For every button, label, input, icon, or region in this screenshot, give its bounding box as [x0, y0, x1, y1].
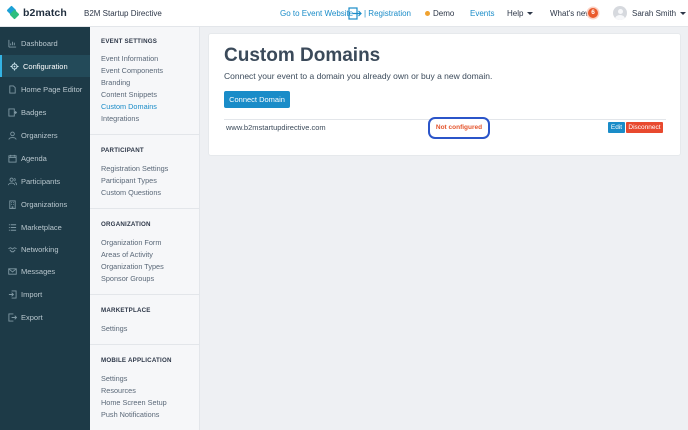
sidebar-item-marketplace[interactable]: Marketplace	[0, 216, 90, 238]
section-title: ORGANIZATION	[101, 221, 151, 228]
subnav-item-content-snippets[interactable]: Content Snippets	[101, 90, 157, 99]
chevron-down-icon	[680, 12, 687, 15]
disconnect-button[interactable]: Disconnect	[626, 122, 663, 133]
go-to-event-website-link[interactable]: Go to Event Website	[280, 9, 353, 18]
subnav-item-organization-form[interactable]: Organization Form	[101, 238, 161, 247]
sidebar-item-configuration[interactable]: Configuration	[0, 55, 90, 77]
sidebar-item-label: Messages	[21, 266, 56, 276]
sidebar-item-networking[interactable]: Networking	[0, 238, 90, 260]
gear-icon	[10, 61, 19, 71]
sidebar-item-label: Organizations	[21, 199, 68, 209]
subnav-item-registration-settings[interactable]: Registration Settings	[101, 164, 168, 173]
subnav-item-resources[interactable]: Resources	[101, 386, 136, 395]
registration-link[interactable]: | Registration	[364, 9, 411, 18]
section-title: MARKETPLACE	[101, 307, 151, 314]
status-badge: Not configured	[428, 117, 490, 139]
subnav-item-areas-of-activity[interactable]: Areas of Activity	[101, 250, 153, 259]
subnav-item-mobile-settings[interactable]: Settings	[101, 374, 127, 383]
settings-subnav: EVENT SETTINGS Event Information Event C…	[90, 27, 200, 430]
sidebar-item-organizations[interactable]: Organizations	[0, 193, 90, 215]
subnav-item-participant-types[interactable]: Participant Types	[101, 176, 157, 185]
help-menu[interactable]: Help	[507, 9, 534, 18]
sidebar-item-label: Import	[21, 289, 43, 299]
handshake-icon	[8, 246, 17, 252]
user-menu[interactable]: Sarah Smith	[632, 9, 687, 18]
subnav-item-organization-types[interactable]: Organization Types	[101, 262, 164, 271]
sidebar-item-label: Dashboard	[21, 38, 58, 48]
top-bar: b2match B2M Startup Directive Go to Even…	[0, 0, 688, 27]
sidebar-item-participants[interactable]: Participants	[0, 170, 90, 192]
people-icon	[8, 177, 17, 185]
sidebar-item-export[interactable]: Export	[0, 306, 90, 328]
logo-mark-icon	[6, 5, 20, 20]
page-subtitle: Connect your event to a domain you alrea…	[224, 71, 493, 81]
sidebar-item-label: Organizers	[21, 130, 58, 140]
subnav-item-home-screen-setup[interactable]: Home Screen Setup	[101, 398, 167, 407]
sidebar-item-dashboard[interactable]: Dashboard	[0, 32, 90, 54]
sidebar-item-label: Export	[21, 312, 43, 322]
subnav-item-custom-questions[interactable]: Custom Questions	[101, 188, 161, 197]
import-icon	[8, 289, 17, 299]
subnav-item-custom-domains[interactable]: Custom Domains	[101, 102, 157, 111]
calendar-icon	[8, 154, 17, 163]
subnav-item-event-information[interactable]: Event Information	[101, 54, 158, 63]
badge-icon	[8, 107, 17, 117]
page-title: Custom Domains	[224, 45, 381, 66]
section-title: EVENT SETTINGS	[101, 38, 158, 45]
sidebar-item-label: Marketplace	[21, 222, 62, 232]
events-link[interactable]: Events	[470, 9, 494, 18]
sidebar-item-organizers[interactable]: Organizers	[0, 124, 90, 146]
subnav-item-branding[interactable]: Branding	[101, 78, 130, 87]
sidebar-item-label: Home Page Editor	[21, 84, 83, 94]
subnav-item-push-notifications[interactable]: Push Notifications	[101, 410, 159, 419]
whats-new-badge: 6	[588, 8, 598, 18]
edit-button[interactable]: Edit	[608, 122, 625, 133]
sidebar-item-messages[interactable]: Messages	[0, 260, 90, 282]
avatar[interactable]	[613, 6, 627, 20]
help-label: Help	[507, 9, 524, 18]
envelope-icon	[8, 267, 17, 275]
chevron-down-icon	[527, 12, 534, 15]
sidebar-item-label: Badges	[21, 107, 47, 117]
domain-name: www.b2mstartupdirective.com	[226, 123, 326, 132]
demo-label[interactable]: Demo	[433, 9, 454, 18]
chart-icon	[8, 39, 17, 48]
event-name: B2M Startup Directive	[84, 9, 162, 18]
whats-new-link[interactable]: What's new	[550, 9, 591, 18]
subnav-item-event-components[interactable]: Event Components	[101, 66, 163, 75]
logo-text: b2match	[23, 7, 67, 19]
custom-domains-card: Custom Domains Connect your event to a d…	[209, 34, 680, 155]
subnav-item-marketplace-settings[interactable]: Settings	[101, 324, 127, 333]
list-icon	[8, 223, 17, 231]
connect-domain-button[interactable]: Connect Domain	[224, 91, 290, 108]
subnav-item-integrations[interactable]: Integrations	[101, 114, 139, 123]
divider	[90, 208, 200, 209]
divider	[90, 294, 200, 295]
main-sidebar: Dashboard Configuration Home Page Editor…	[0, 27, 90, 430]
sidebar-item-import[interactable]: Import	[0, 283, 90, 305]
document-icon	[9, 84, 16, 94]
section-title: MOBILE APPLICATION	[101, 357, 172, 364]
sidebar-item-label: Agenda	[21, 153, 47, 163]
demo-status-dot	[425, 11, 430, 16]
building-icon	[9, 199, 16, 209]
sidebar-item-home-page-editor[interactable]: Home Page Editor	[0, 78, 90, 100]
sidebar-item-agenda[interactable]: Agenda	[0, 147, 90, 169]
sidebar-item-label: Configuration	[23, 61, 68, 71]
logo[interactable]: b2match	[6, 5, 67, 20]
external-link-icon[interactable]	[348, 7, 362, 20]
subnav-item-sponsor-groups[interactable]: Sponsor Groups	[101, 274, 154, 283]
sidebar-item-label: Networking	[21, 244, 59, 254]
person-icon	[8, 131, 17, 140]
divider	[90, 134, 200, 135]
section-title: PARTICIPANT	[101, 147, 144, 154]
sidebar-item-label: Participants	[21, 176, 61, 186]
divider	[90, 344, 200, 345]
export-icon	[8, 312, 17, 322]
sidebar-item-badges[interactable]: Badges	[0, 101, 90, 123]
user-name: Sarah Smith	[632, 9, 677, 18]
